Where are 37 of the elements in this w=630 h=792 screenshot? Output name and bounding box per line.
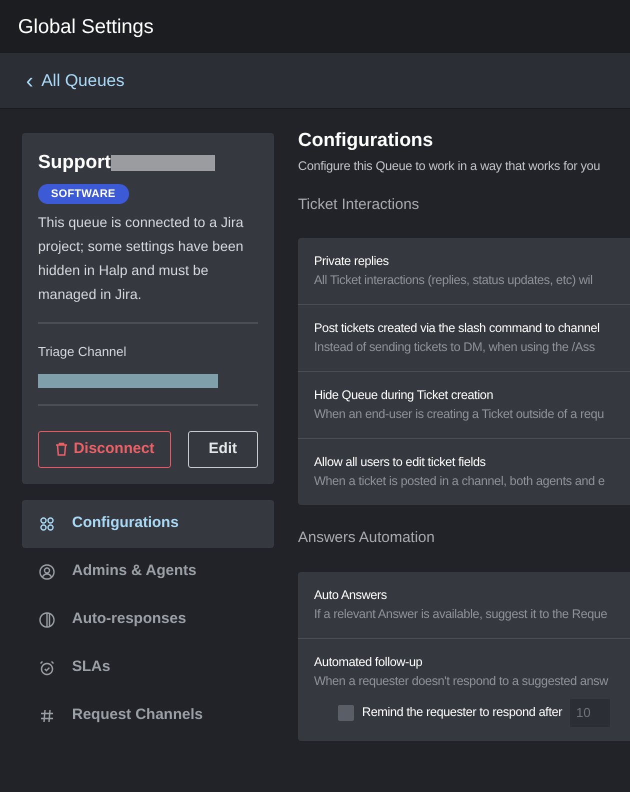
- page-title: Configurations: [298, 129, 434, 153]
- setting-description: When an end-user is creating a Ticket outside of a requ: [314, 406, 605, 424]
- setting-title: Post tickets created via the slash command to channel: [314, 320, 601, 338]
- trash-icon: [54, 442, 68, 456]
- setting-title: Allow all users to edit ticket fields: [314, 454, 487, 472]
- setting-title: Hide Queue during Ticket creation: [314, 387, 494, 404]
- setting-description: All Ticket interactions (replies, status updates, etc) wil: [314, 272, 594, 290]
- checkbox[interactable]: [338, 704, 354, 721]
- sidebar-item[interactable]: SLAs: [22, 644, 274, 692]
- sidebar-item[interactable]: Admins & Agents: [22, 548, 274, 596]
- checkbox-label: Remind the requester to respond after: [362, 704, 562, 722]
- queue-description: This queue is connected to a Jira project; some settings have been hidden in Halp and must be managed in Jira.: [38, 213, 244, 304]
- back-link[interactable]: ‹ All Queues: [26, 68, 124, 94]
- edit-button[interactable]: Edit: [188, 430, 258, 468]
- setting-description: When a ticket is posted in a channel, both agents and e: [314, 473, 606, 490]
- setting-title: Auto Answers: [314, 586, 388, 604]
- half-circle-icon: [38, 612, 56, 628]
- circles-icon: [38, 516, 56, 530]
- setting-description: When a requester doesn't respond to a suggested answ: [314, 672, 610, 690]
- triage-label: Triage Channel: [38, 343, 128, 361]
- window-title: Global Settings: [18, 14, 154, 40]
- disconnect-button[interactable]: Disconnect: [38, 430, 171, 468]
- sidebar-item[interactable]: Auto-responses: [22, 596, 274, 644]
- section-heading: Answers Automation: [298, 528, 436, 548]
- setting-description: If a relevant Answer is available, suggest it to the Reque: [314, 606, 608, 623]
- queue-name: Support: [38, 151, 111, 175]
- section-heading: Ticket Interactions: [298, 194, 420, 215]
- alarm-clock-icon: [38, 660, 56, 676]
- page-subtitle: Configure this Queue to work in a way that works for you: [298, 158, 602, 175]
- setting-title: Automated follow-up: [314, 654, 424, 671]
- sidebar-item[interactable]: Request Channels: [22, 692, 274, 740]
- sidebar-item[interactable]: Configurations: [22, 500, 274, 548]
- setting-title: Private replies: [314, 253, 390, 270]
- person-icon: [38, 564, 56, 580]
- type-badge: SOFTWARE: [38, 184, 129, 204]
- setting-description: Instead of sending tickets to DM, when using the /Ass: [314, 339, 596, 356]
- hash-icon: [38, 708, 56, 722]
